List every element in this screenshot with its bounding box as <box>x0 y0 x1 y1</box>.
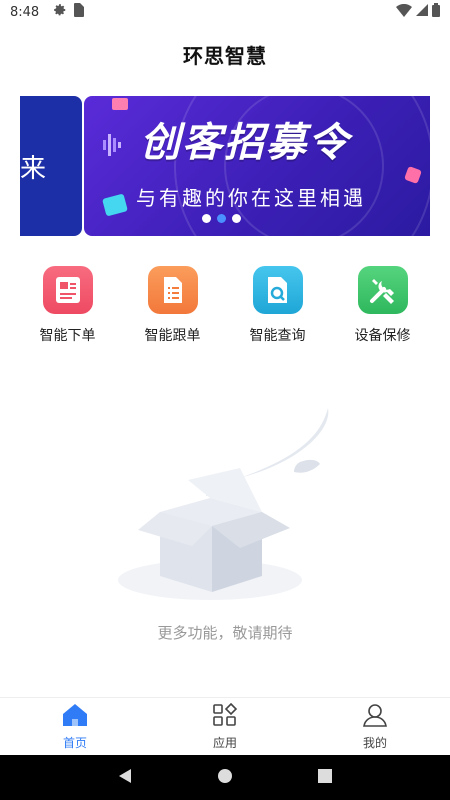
signal-icon <box>416 4 428 20</box>
image-card-icon <box>102 193 128 217</box>
bottom-tab-bar: 首页 应用 我的 <box>0 697 450 755</box>
back-icon[interactable] <box>117 768 133 788</box>
carousel-dot[interactable] <box>232 214 241 223</box>
tab-home[interactable]: 首页 <box>0 698 150 755</box>
banner-carousel[interactable]: 来 创客招募令 与有趣的你在这里相遇 <box>20 96 430 238</box>
feature-label: 智能跟单 <box>144 328 201 344</box>
feature-smart-query[interactable]: 智能查询 <box>225 266 330 345</box>
wifi-icon <box>396 3 412 21</box>
feature-label: 智能查询 <box>249 328 306 344</box>
feature-label: 设备保修 <box>354 328 411 344</box>
tab-profile[interactable]: 我的 <box>300 698 450 755</box>
recents-icon[interactable] <box>317 768 333 788</box>
sim-card-icon <box>73 3 85 21</box>
banner-photo-icon <box>112 98 128 110</box>
repair-tools-icon <box>357 266 408 314</box>
feature-label: 智能下单 <box>39 328 96 344</box>
status-time: 8:48 <box>10 4 40 20</box>
banner-headline: 创客招募令 <box>140 120 350 166</box>
status-bar: 8:48 <box>0 0 450 24</box>
battery-icon <box>432 3 440 21</box>
system-nav-bar <box>0 755 450 800</box>
settings-icon <box>53 3 67 21</box>
profile-icon <box>362 703 388 731</box>
banner-slide[interactable]: 创客招募令 与有趣的你在这里相遇 <box>84 96 430 236</box>
tab-label: 应用 <box>212 735 237 750</box>
feature-smart-tracking[interactable]: 智能跟单 <box>120 266 225 345</box>
home-icon <box>62 703 88 731</box>
feature-equipment-repair[interactable]: 设备保修 <box>330 266 435 345</box>
banner-prev-text: 来 <box>20 153 47 184</box>
tracking-list-icon <box>147 266 198 314</box>
feature-grid: 智能下单 智能跟单 智能查询 设备保修 <box>0 266 450 345</box>
carousel-dot[interactable] <box>202 214 211 223</box>
page-title: 环思智慧 <box>183 43 267 68</box>
tab-apps[interactable]: 应用 <box>150 698 300 755</box>
open-box-icon <box>118 408 329 600</box>
carousel-indicator <box>202 214 241 223</box>
tab-label: 首页 <box>62 735 87 750</box>
empty-state <box>0 400 450 660</box>
empty-state-message: 更多功能，敬请期待 <box>157 624 293 642</box>
carousel-dot-active[interactable] <box>217 214 226 223</box>
search-document-icon <box>252 266 303 314</box>
home-circle-icon[interactable] <box>217 768 233 788</box>
app-header: 环思智慧 <box>0 24 450 84</box>
order-document-icon <box>42 266 93 314</box>
banner-subtitle: 与有趣的你在这里相遇 <box>136 186 366 210</box>
sound-wave-icon <box>102 132 122 158</box>
feature-smart-order[interactable]: 智能下单 <box>15 266 120 345</box>
tab-label: 我的 <box>362 735 387 750</box>
apps-icon <box>212 702 238 731</box>
app-screen: 8:48 环思智慧 来 创客招募令 与有趣的你在这里相遇 智能下单 智能跟单 智… <box>0 0 450 800</box>
banner-prev-slide[interactable]: 来 <box>20 96 82 236</box>
